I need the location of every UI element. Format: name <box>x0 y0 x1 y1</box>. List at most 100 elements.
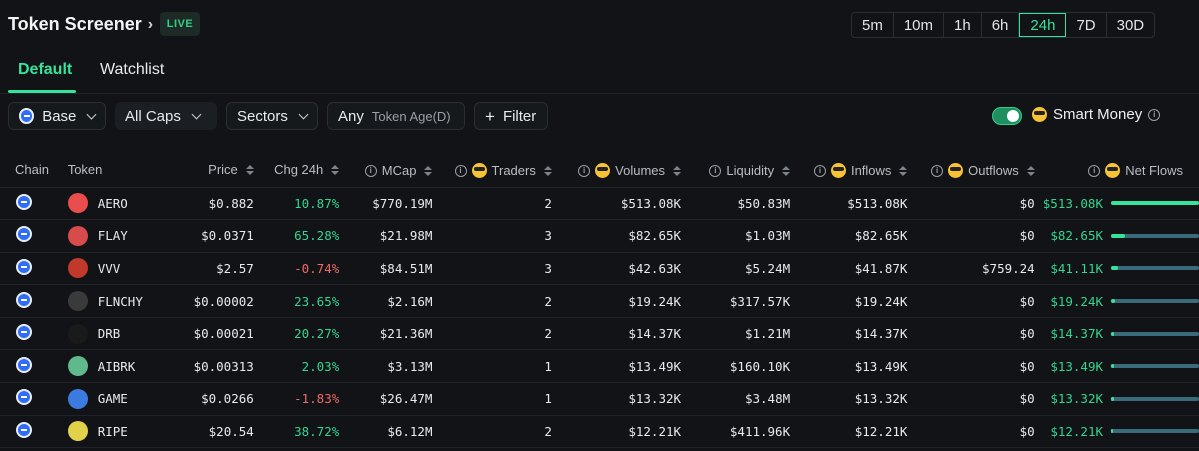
token-cell[interactable]: AERO <box>59 187 169 221</box>
column-header-netflows[interactable]: i Net Flows <box>1038 153 1199 188</box>
page-title[interactable]: Token Screener › <box>8 14 153 35</box>
chevron-down-icon <box>191 109 202 119</box>
info-icon[interactable]: i <box>1088 164 1101 177</box>
timeframe-6h[interactable]: 6h <box>982 13 1020 37</box>
liquidity-cell: $3.48M <box>685 382 795 416</box>
column-header-netflows-label: Net Flows <box>1125 163 1183 179</box>
toggle-knob <box>1007 110 1019 122</box>
sort-icon <box>782 165 791 176</box>
netflow-bar <box>1111 331 1199 336</box>
info-icon[interactable]: i <box>578 164 591 177</box>
mcap-cell: $6.12M <box>343 415 437 449</box>
caps-dropdown[interactable]: All Caps <box>115 102 217 130</box>
traders-cell: 3 <box>436 219 556 253</box>
table-row[interactable]: FLNCHY $0.00002 23.65% $2.16M 2 $19.24K $317.5… <box>0 284 1199 318</box>
sectors-dropdown[interactable]: Sectors <box>226 102 318 130</box>
timeframe-5m[interactable]: 5m <box>852 13 894 37</box>
netflow-bar <box>1111 266 1199 271</box>
netflow-bar-fill <box>1111 266 1119 271</box>
column-header-chg-label: Chg 24h <box>274 162 324 178</box>
table-row[interactable]: VVV $2.57 -0.74% $84.51M 3 $42.63K $5.24M $41.8… <box>0 252 1199 286</box>
column-header-mcap[interactable]: i MCap <box>343 153 437 188</box>
table-row[interactable]: AERO $0.882 10.87% $770.19M 2 $513.08K $50.83M… <box>0 187 1199 221</box>
timeframe-7d[interactable]: 7D <box>1066 13 1107 37</box>
token-cell[interactable]: RIPE <box>59 415 169 449</box>
smart-money-toggle[interactable] <box>992 107 1022 125</box>
tab-default[interactable]: Default <box>18 61 72 79</box>
token-logo-icon <box>67 323 88 344</box>
info-icon[interactable]: i <box>454 164 467 177</box>
netflows-cell: $19.24K <box>1038 284 1199 318</box>
sunglasses-emoji-icon <box>471 163 487 179</box>
mcap-cell: $21.36M <box>343 317 437 351</box>
table-row[interactable]: GAME $0.0266 -1.83% $26.47M 1 $13.32K $3.48M $1… <box>0 382 1199 416</box>
netflow-bar <box>1111 429 1199 434</box>
column-header-chg[interactable]: Chg 24h <box>257 153 344 188</box>
table-row[interactable]: DRB $0.00021 20.27% $21.36M 2 $14.37K $1.21M $1… <box>0 317 1199 351</box>
info-icon[interactable]: i <box>709 164 722 177</box>
sort-icon <box>245 164 254 175</box>
timeframe-10m[interactable]: 10m <box>894 13 945 37</box>
netflow-bar <box>1111 364 1199 369</box>
token-symbol: AIBRK <box>97 358 136 374</box>
token-cell[interactable]: FLNCHY <box>59 284 169 318</box>
base-chain-icon <box>16 291 32 308</box>
price-cell: $2.57 <box>168 252 258 286</box>
traders-cell: 2 <box>436 284 556 318</box>
netflows-cell: $12.21K <box>1038 415 1199 449</box>
token-logo-icon <box>67 193 88 214</box>
change-cell: 23.65% <box>257 284 344 318</box>
table-row[interactable]: RIPE $20.54 38.72% $6.12M 2 $12.21K $411.96K $1… <box>0 415 1199 449</box>
column-header-volumes[interactable]: i Volumes <box>555 153 686 188</box>
column-header-traders[interactable]: i Traders <box>436 153 556 188</box>
token-cell[interactable]: AIBRK <box>59 349 169 384</box>
column-header-liquidity[interactable]: i Liquidity <box>685 153 795 188</box>
column-header-inflows[interactable]: i Inflows <box>794 153 912 188</box>
volumes-cell: $19.24K <box>555 284 686 318</box>
info-icon[interactable]: i <box>1148 108 1161 121</box>
token-cell[interactable]: DRB <box>59 317 169 351</box>
netflows-value: $13.49K <box>1050 358 1103 374</box>
column-header-price[interactable]: Price <box>168 153 258 188</box>
token-age-value: Any <box>338 107 364 125</box>
table-row[interactable]: AIBRK $0.00313 2.03% $3.13M 1 $13.49K $160.10K… <box>0 349 1199 384</box>
smart-money-label: Smart Money <box>1053 106 1143 123</box>
column-header-chain: Chain <box>0 153 60 188</box>
mcap-cell: $84.51M <box>343 252 437 286</box>
mcap-cell: $3.13M <box>343 349 437 384</box>
inflows-cell: $14.37K <box>794 317 912 351</box>
filter-button[interactable]: + Filter <box>474 102 548 130</box>
column-header-volumes-label: Volumes <box>615 163 666 179</box>
timeframe-1h[interactable]: 1h <box>944 13 982 37</box>
page-title-text: Token Screener <box>8 14 142 34</box>
token-cell[interactable]: GAME <box>59 382 169 416</box>
sunglasses-emoji-icon <box>1032 107 1047 122</box>
price-cell: $0.00313 <box>168 349 258 384</box>
timeframe-24h[interactable]: 24h <box>1019 13 1067 37</box>
traders-cell: 1 <box>436 382 556 416</box>
active-tab-indicator <box>8 90 76 93</box>
info-icon[interactable]: i <box>813 164 826 177</box>
timeframe-30d[interactable]: 30D <box>1107 13 1155 37</box>
chain-dropdown[interactable]: Base <box>8 102 106 130</box>
token-logo-icon <box>67 388 88 409</box>
token-age-label: Token Age(D) <box>371 108 451 124</box>
tab-watchlist[interactable]: Watchlist <box>100 61 164 79</box>
token-age-input[interactable]: Any Token Age(D) <box>327 102 465 130</box>
token-cell[interactable]: FLAY <box>59 219 169 253</box>
token-symbol: FLAY <box>97 228 128 244</box>
volumes-cell: $14.37K <box>555 317 686 351</box>
sort-icon <box>899 165 908 176</box>
column-header-outflows[interactable]: i Outflows <box>911 153 1039 188</box>
table-row[interactable]: FLAY $0.0371 65.28% $21.98M 3 $82.65K $1.03M $8… <box>0 219 1199 253</box>
liquidity-cell: $1.21M <box>685 317 795 351</box>
token-logo-icon <box>67 356 88 377</box>
mcap-cell: $21.98M <box>343 219 437 253</box>
netflows-cell: $513.08K <box>1038 187 1199 221</box>
sort-icon <box>424 165 433 176</box>
token-cell[interactable]: VVV <box>59 252 169 286</box>
column-header-outflows-label: Outflows <box>968 163 1019 179</box>
tab-bar: Default Watchlist <box>0 50 1199 94</box>
info-icon[interactable]: i <box>931 164 944 177</box>
info-icon[interactable]: i <box>364 164 377 177</box>
